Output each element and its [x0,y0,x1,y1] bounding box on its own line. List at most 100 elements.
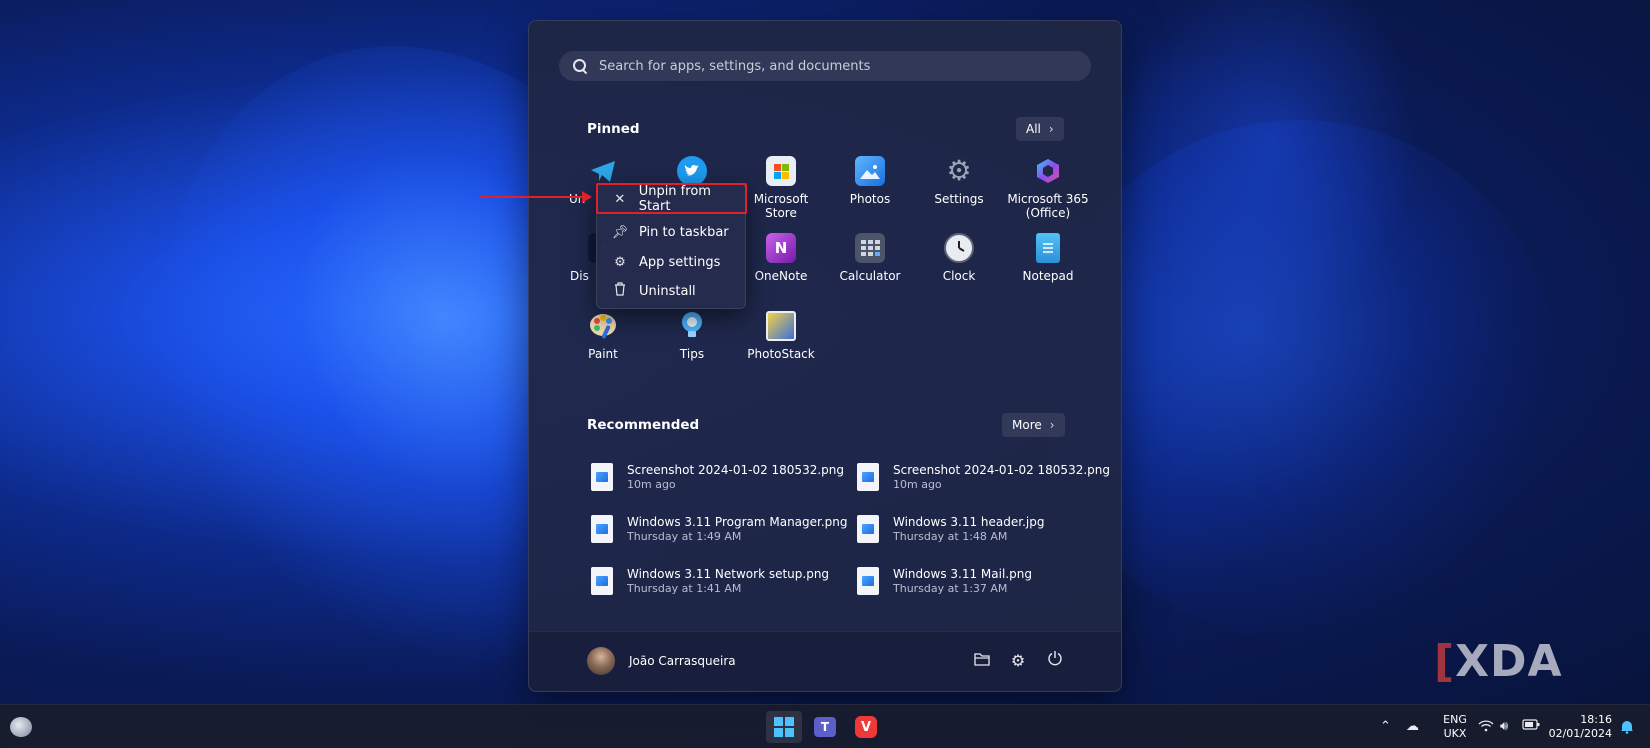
menu-item-app-settings[interactable]: ⚙ App settings [599,249,745,275]
trash-icon [611,282,629,300]
notification-bell-icon[interactable] [1620,719,1634,738]
recommended-item[interactable]: Windows 3.11 header.jpg Thursday at 1:48 … [857,511,1107,547]
gear-icon: ⚙ [614,254,626,270]
file-time: 10m ago [627,477,676,491]
vivaldi-button[interactable]: V [848,711,884,743]
file-time: Thursday at 1:49 AM [627,529,742,543]
time-text: 18:16 [1580,713,1612,726]
weather-icon[interactable] [10,717,32,737]
app-photostack[interactable]: PhotoStack [737,311,825,361]
file-name: Windows 3.11 Network setup.png [627,566,830,581]
chevron-right-icon: › [1049,418,1055,432]
file-time: Thursday at 1:41 AM [627,581,742,595]
chevron-right-icon: › [1048,122,1054,136]
battery-icon[interactable] [1522,719,1540,734]
app-photos[interactable]: Photos [826,156,914,206]
paint-icon [588,311,618,341]
teams-icon: T [814,717,836,737]
folder-icon[interactable] [971,650,993,672]
windows-logo-icon [774,717,794,737]
wifi-icon[interactable] [1478,719,1494,736]
speaker-icon[interactable]: 🔊︎ [1500,719,1508,734]
onenote-icon: N [766,233,796,263]
more-label: More [1012,418,1042,432]
file-name: Screenshot 2024-01-02 180532.png [627,462,844,477]
menu-item-label: Pin to taskbar [639,224,729,240]
file-name: Windows 3.11 Mail.png [893,566,1032,581]
image-file-icon [857,515,879,543]
telegram-icon [588,156,618,186]
power-icon[interactable] [1044,650,1066,672]
teams-button[interactable]: T [807,711,843,743]
app-paint[interactable]: Paint [559,311,647,361]
recommended-item[interactable]: Screenshot 2024-01-02 180532.png 10m ago [857,459,1110,495]
app-label: Calculator [839,269,901,283]
highlight-box [596,183,747,214]
vivaldi-icon: V [855,716,877,738]
all-apps-button[interactable]: All › [1016,117,1064,141]
app-microsoft-store[interactable]: Microsoft Store [737,156,825,220]
app-clock[interactable]: Clock [915,233,1003,283]
language-code: ENG [1443,713,1467,726]
app-notepad[interactable]: Notepad [1004,233,1092,283]
menu-item-uninstall[interactable]: Uninstall [599,278,745,304]
app-label: Photos [849,192,891,206]
image-file-icon [591,463,613,491]
recommended-item[interactable]: Windows 3.11 Program Manager.png Thursday… [591,511,848,547]
recommended-item[interactable]: Screenshot 2024-01-02 180532.png 10m ago [591,459,844,495]
search-icon [573,59,587,73]
app-label: PhotoStack [747,347,815,361]
app-label: Paint [588,347,618,361]
calculator-icon [855,233,885,263]
recommended-item[interactable]: Windows 3.11 Mail.png Thursday at 1:37 AM [857,563,1107,599]
search-box[interactable]: Search for apps, settings, and documents [559,51,1091,81]
user-name[interactable]: João Carrasqueira [629,654,736,668]
image-file-icon [591,567,613,595]
more-button[interactable]: More › [1002,413,1065,437]
start-menu: Search for apps, settings, and documents… [528,20,1122,692]
app-label: Dis [570,269,589,283]
app-calculator[interactable]: Calculator [826,233,914,283]
microsoft-365-icon [1033,156,1063,186]
tips-icon [677,311,707,341]
clock[interactable]: 18:16 02/01/2024 [1548,713,1612,741]
twitter-icon [677,156,707,186]
menu-item-label: App settings [639,254,721,270]
file-name: Screenshot 2024-01-02 180532.png [893,462,1110,477]
avatar[interactable] [587,647,615,675]
file-time: Thursday at 1:37 AM [893,581,1008,595]
pinned-title: Pinned [587,121,640,137]
settings-gear-icon: ⚙ [946,154,972,187]
app-microsoft-365[interactable]: Microsoft 365 (Office) [1004,156,1092,220]
all-apps-label: All [1026,122,1041,136]
file-time: 10m ago [893,477,942,491]
image-file-icon [857,463,879,491]
app-label: Tips [679,347,705,361]
file-name: Windows 3.11 Program Manager.png [627,514,848,529]
file-time: Thursday at 1:48 AM [893,529,1008,543]
annotation-arrow [480,196,584,198]
xda-watermark: [XDA [1434,636,1563,687]
pin-icon: 📌︎ [611,224,629,240]
chevron-up-icon[interactable]: ⌃ [1380,719,1391,734]
app-label: OneNote [754,269,808,283]
notepad-icon [1036,233,1060,263]
cloud-icon[interactable]: ☁ [1406,719,1419,734]
app-label: Settings [934,192,984,206]
app-tips[interactable]: Tips [648,311,736,361]
app-settings[interactable]: ⚙ Settings [915,154,1003,207]
recommended-item[interactable]: Windows 3.11 Network setup.png Thursday a… [591,563,841,599]
menu-item-label: Uninstall [639,283,696,299]
app-onenote[interactable]: N OneNote [737,233,825,283]
menu-item-pin-taskbar[interactable]: 📌︎ Pin to taskbar [599,219,745,245]
search-placeholder: Search for apps, settings, and documents [599,58,871,74]
keyboard-layout: UKX [1443,727,1467,740]
photostack-icon [766,311,796,341]
start-button[interactable] [766,711,802,743]
microsoft-store-icon [766,156,796,186]
settings-icon[interactable]: ⚙ [1007,650,1029,672]
start-footer: João Carrasqueira ⚙ [529,631,1121,691]
language-indicator[interactable]: ENG UKX [1440,713,1470,741]
image-file-icon [591,515,613,543]
clock-icon [944,233,974,263]
